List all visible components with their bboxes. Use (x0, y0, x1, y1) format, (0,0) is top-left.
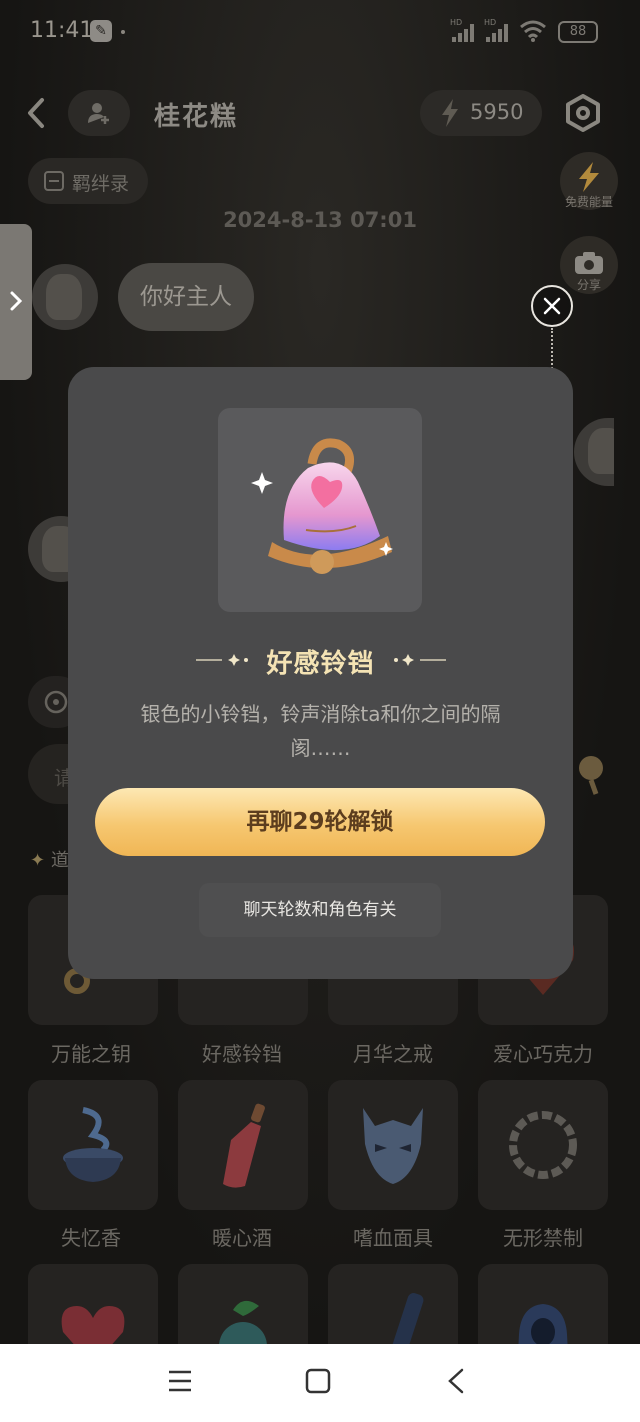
item-label: 好感铃铛 (202, 1042, 282, 1066)
add-user-icon (88, 103, 109, 124)
unlock-hint: 聊天轮数和角色有关 (199, 883, 441, 937)
bolt-icon (579, 162, 599, 192)
bolt-icon (442, 99, 458, 127)
item-label: 爱心巧克力 (493, 1042, 593, 1066)
sparkle-icon: ✦ (30, 850, 46, 871)
signal-icon (452, 22, 474, 42)
bond-record-button[interactable]: 羁绊录 (28, 158, 148, 204)
wifi-icon (520, 20, 546, 42)
item-label: 万能之钥 (51, 1042, 131, 1066)
user-avatar[interactable] (574, 418, 614, 486)
item-label: 无形禁制 (503, 1226, 583, 1250)
home-icon[interactable] (305, 1368, 331, 1394)
item-cell[interactable] (28, 1264, 158, 1344)
chat-timestamp: 2024-8-13 07:01 (223, 208, 417, 232)
battery-indicator: 88 (558, 21, 598, 43)
menu-icon[interactable] (168, 1368, 192, 1394)
item-cell[interactable] (478, 1080, 608, 1210)
bell-icon (251, 438, 393, 574)
item-image-frame (218, 408, 422, 612)
item-title-row: 好感铃铛 (68, 643, 573, 680)
item-label: 嗜血面具 (353, 1226, 433, 1250)
status-bar: 11:41 ✎ HD HD 88 (0, 0, 640, 64)
wine-bottle-icon (223, 1103, 265, 1188)
settings-icon[interactable] (564, 94, 602, 132)
chevron-right-icon (10, 291, 23, 311)
item-cell[interactable] (328, 1264, 458, 1344)
unlock-button[interactable]: 再聊29轮解锁 (95, 788, 545, 856)
potion-icon (219, 1300, 267, 1344)
mask-icon (363, 1108, 423, 1184)
tools-section-label: 道 (50, 850, 69, 871)
wrench-icon: ✎ (90, 20, 112, 42)
energy-counter[interactable]: 5950 (420, 90, 542, 136)
chat-bubble-icon (44, 690, 68, 714)
item-label: 月华之戒 (353, 1042, 433, 1066)
system-nav-bar (0, 1344, 640, 1422)
heart-lock-icon (61, 1306, 125, 1344)
chat-message-bubble: 你好主人 (118, 263, 254, 331)
item-cell[interactable] (478, 1264, 608, 1344)
decoration-icon (579, 756, 603, 795)
hood-icon (518, 1304, 568, 1344)
vial-icon (386, 1293, 424, 1344)
tools-section-title: ✦ 道 (30, 846, 69, 872)
side-drawer-handle[interactable] (0, 224, 32, 380)
chain-icon (509, 1111, 577, 1179)
item-cell[interactable] (178, 1080, 308, 1210)
app-screen: 11:41 ✎ HD HD 88 桂花糕 5950 羁绊录 免费能量 分享 20… (0, 0, 640, 1344)
status-time: 11:41 (30, 18, 94, 43)
item-cell[interactable] (28, 1080, 158, 1210)
item-description: 银色的小铃铛，铃声消除ta和你之间的隔阂…… (140, 702, 501, 760)
item-cell[interactable] (328, 1080, 458, 1210)
item-label: 暖心酒 (212, 1226, 272, 1250)
signal-icon-2 (486, 22, 508, 42)
nav-back-icon[interactable] (446, 1368, 466, 1394)
back-icon[interactable] (20, 96, 52, 130)
item-cell[interactable] (178, 1264, 308, 1344)
sparkle-divider-icon (394, 654, 446, 666)
bond-record-icon (44, 171, 64, 191)
notification-dot-icon (121, 30, 125, 34)
energy-value: 5950 (470, 100, 524, 124)
character-avatar[interactable] (32, 264, 98, 330)
add-friend-button[interactable] (68, 90, 130, 136)
close-icon (543, 297, 561, 315)
page-title: 桂花糕 (154, 102, 239, 132)
bond-record-label: 羁绊录 (72, 173, 130, 195)
share-camera-icon (575, 252, 603, 274)
close-modal-button[interactable] (531, 285, 573, 327)
item-label: 失忆香 (61, 1226, 121, 1250)
item-title: 好感铃铛 (266, 649, 375, 679)
incense-icon (63, 1107, 123, 1182)
item-detail-modal: 好感铃铛 银色的小铃铛，铃声消除ta和你之间的隔阂…… 再聊29轮解锁 聊天轮数… (68, 367, 573, 979)
